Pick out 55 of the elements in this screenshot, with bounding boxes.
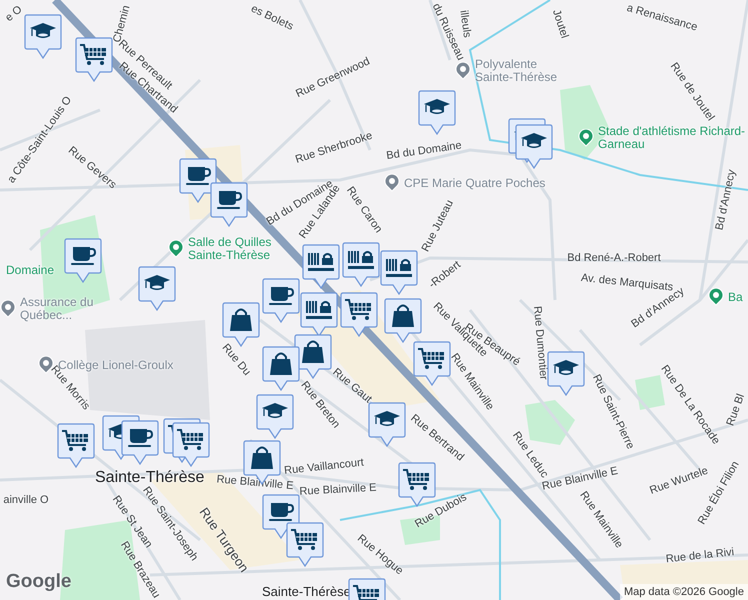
shopping-cart-marker[interactable] — [75, 37, 113, 83]
town-label: Sainte-Thérèse — [95, 470, 204, 486]
place-label[interactable]: Stade d'athlétisme Richard-Garneau — [598, 125, 748, 151]
street-label: Bd d'Annecy — [712, 168, 739, 232]
store-marker[interactable] — [342, 242, 380, 288]
coffee-marker[interactable] — [179, 158, 217, 204]
street-label: Rue Dumontier — [530, 305, 550, 381]
street-label: Rue Du — [218, 340, 254, 380]
place-label[interactable]: Assurance du Québec... — [20, 296, 95, 322]
street-label: Rue Bl — [723, 392, 748, 428]
store-marker[interactable] — [302, 244, 340, 290]
place-pin-icon[interactable] — [384, 174, 400, 192]
map-background[interactable] — [0, 0, 748, 600]
place-label[interactable]: Ba — [728, 290, 748, 304]
shopping-bag-marker[interactable] — [262, 346, 300, 392]
town-label: Sainte-Thérèse — [262, 585, 351, 598]
place-pin-icon[interactable] — [168, 240, 184, 258]
park-area — [400, 515, 440, 545]
place-label[interactable]: Salle de Quilles Sainte-Thérèse — [188, 236, 298, 262]
coffee-marker[interactable] — [64, 238, 102, 284]
street-label: Rue de la Rivi — [665, 545, 735, 568]
school-marker[interactable] — [138, 266, 176, 312]
school-pin-icon[interactable] — [455, 62, 471, 80]
school-marker[interactable] — [24, 14, 62, 60]
store-marker[interactable] — [380, 250, 418, 296]
street-label: Bd René-A.-Robert — [567, 250, 661, 266]
street-label: ainville O — [3, 492, 49, 508]
school-marker[interactable] — [515, 124, 553, 170]
school-marker[interactable] — [418, 90, 456, 136]
attribution-text: Map data ©2026 Google — [620, 584, 748, 600]
street-label: Rue Blainville E — [299, 480, 377, 500]
street-label: Bd du Domaine — [385, 138, 463, 164]
street-label: Rue Wurtele — [648, 464, 710, 497]
google-logo[interactable]: Google — [6, 568, 72, 596]
place-pin-icon[interactable] — [708, 288, 724, 306]
coffee-marker[interactable] — [262, 278, 300, 324]
school-marker[interactable] — [256, 394, 294, 440]
school-marker[interactable] — [368, 402, 406, 448]
place-pin-icon[interactable] — [578, 129, 594, 147]
shopping-cart-marker[interactable] — [286, 522, 324, 568]
street-label: e O — [2, 2, 26, 26]
place-label[interactable]: CPE Marie Quatre Poches — [404, 176, 584, 190]
street-label: Joutel — [549, 8, 572, 40]
place-pin-icon[interactable] — [0, 300, 16, 318]
shopping-cart-marker[interactable] — [340, 292, 378, 338]
shopping-cart-marker[interactable] — [57, 423, 95, 469]
shopping-cart-marker[interactable] — [172, 422, 210, 468]
shopping-bag-marker[interactable] — [384, 298, 422, 344]
coffee-marker[interactable] — [210, 182, 248, 228]
shopping-cart-marker[interactable] — [398, 462, 436, 508]
coffee-marker[interactable] — [121, 420, 159, 466]
school-marker[interactable] — [547, 351, 585, 397]
street-label: Av. des Marquisats — [580, 270, 674, 294]
place-label[interactable]: Domaine — [6, 264, 66, 277]
shopping-cart-marker[interactable] — [413, 341, 451, 387]
